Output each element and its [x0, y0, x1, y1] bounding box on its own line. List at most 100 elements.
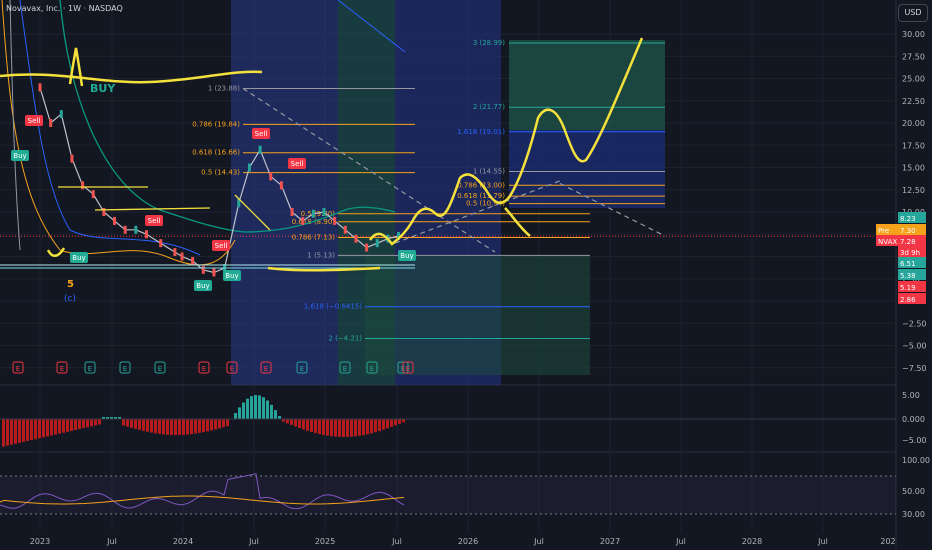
macd-histogram-bar	[6, 419, 9, 446]
price-axis-tick: −2.50	[902, 319, 927, 328]
macd-histogram-bar	[126, 419, 129, 427]
macd-histogram-bar	[298, 419, 301, 428]
rsi-axis-tick: 30.00	[902, 510, 925, 519]
price-tag-label: Pre	[878, 227, 889, 235]
macd-histogram-bar	[146, 419, 149, 432]
price-tag-label: NVAX	[878, 238, 897, 246]
macd-histogram-bar	[194, 419, 197, 434]
macd-histogram-bar	[38, 419, 41, 439]
macd-histogram-bar	[186, 419, 189, 435]
wave-number: 5	[67, 279, 74, 290]
buy-annotation: BUY	[90, 82, 116, 95]
fib-level-label: 1 (5.13)	[307, 251, 335, 259]
signal-label: Buy	[13, 152, 26, 160]
earnings-marker-label: E	[370, 365, 374, 373]
price-candle	[91, 190, 95, 199]
fib-level-label: 1.618 (−0.6415)	[304, 303, 362, 311]
macd-histogram-bar	[238, 407, 241, 419]
macd-histogram-bar	[34, 419, 37, 440]
macd-axis-tick: 0.000	[902, 415, 925, 424]
macd-histogram-bar	[198, 419, 201, 433]
price-axis-tick: 22.50	[902, 97, 925, 106]
time-axis-tick: 2023	[30, 537, 50, 546]
earnings-marker-label: E	[16, 365, 20, 373]
time-axis-tick: 2028	[742, 537, 762, 546]
price-tag-value: 8.23	[900, 215, 916, 223]
price-candle	[159, 239, 163, 248]
macd-histogram-bar	[30, 419, 33, 441]
earnings-marker-label: E	[123, 365, 127, 373]
macd-histogram-bar	[14, 419, 17, 444]
macd-histogram-bar	[250, 396, 253, 419]
price-candle	[59, 110, 63, 119]
macd-histogram-bar	[266, 400, 269, 419]
macd-histogram-bar	[210, 419, 213, 431]
rsi-axis-tick: 100.00	[902, 456, 930, 465]
macd-histogram-bar	[318, 419, 321, 435]
fib-level-label: 2 (−4.21)	[328, 334, 362, 342]
fib-level-label: 0.786 (7.13)	[292, 234, 336, 242]
price-axis-tick: −5.00	[902, 342, 927, 351]
macd-histogram-bar	[382, 419, 385, 430]
macd-histogram-bar	[386, 419, 389, 429]
macd-histogram-bar	[306, 419, 309, 431]
price-candle	[322, 208, 326, 216]
macd-histogram-bar	[62, 419, 65, 433]
rsi-band	[0, 476, 896, 514]
price-candle	[343, 225, 347, 234]
time-axis-tick: Jul	[533, 537, 544, 546]
macd-histogram-bar	[366, 419, 369, 435]
earnings-marker-label: E	[343, 365, 347, 373]
drawn-annotation	[0, 70, 263, 84]
fib-level-label: 0.618 (16.66)	[192, 149, 240, 157]
signal-label: Sell	[255, 130, 268, 138]
price-candle	[269, 172, 273, 181]
macd-histogram-bar	[82, 419, 85, 429]
macd-axis-tick: 5.00	[902, 391, 920, 400]
currency-button[interactable]: USD	[898, 4, 928, 22]
macd-histogram-bar	[78, 419, 81, 430]
price-candle	[191, 256, 195, 265]
chart-canvas[interactable]: 1 (23.88) 0.786 (19.84) 0.618 (16.66) 0.5 (…	[0, 0, 932, 550]
price-candle	[81, 181, 85, 190]
macd-histogram-bar	[294, 419, 297, 427]
macd-histogram-bar	[166, 419, 169, 435]
macd-histogram-bar	[74, 419, 77, 430]
macd-histogram-bar	[46, 419, 49, 437]
price-candle	[258, 145, 262, 154]
macd-histogram-bar	[98, 419, 101, 425]
macd-histogram-bar	[330, 419, 333, 437]
macd-histogram-bar	[342, 419, 345, 437]
macd-histogram-bar	[122, 419, 125, 426]
price-tag-value: 2.86	[900, 296, 916, 304]
time-axis-tick: 2027	[600, 537, 620, 546]
macd-histogram-bar	[254, 395, 257, 419]
macd-histogram-bar	[182, 419, 185, 435]
price-candle	[145, 230, 148, 239]
macd-histogram-bar	[90, 419, 93, 427]
price-candle	[113, 216, 117, 225]
price-candle	[212, 268, 216, 277]
signal-label: Sell	[148, 217, 161, 225]
price-candle	[375, 239, 379, 248]
macd-histogram-bar	[322, 419, 325, 435]
price-candle	[123, 225, 127, 234]
price-candle	[70, 154, 74, 163]
macd-histogram-bar	[346, 419, 349, 437]
macd-histogram-bar	[362, 419, 365, 436]
time-axis-tick: Jul	[675, 537, 686, 546]
signal-label: Buy	[400, 252, 413, 260]
price-candle	[301, 216, 305, 225]
macd-histogram-bar	[66, 419, 69, 432]
macd-histogram-bar	[138, 419, 141, 430]
price-candle	[180, 252, 184, 261]
time-axis-tick: 2025	[315, 537, 335, 546]
macd-histogram-bar	[226, 419, 229, 427]
macd-histogram-bar	[142, 419, 145, 431]
macd-histogram-bar	[2, 419, 5, 447]
price-tag-value: 7.30	[900, 227, 916, 235]
macd-histogram-bar	[370, 419, 373, 434]
signal-label: Buy	[196, 282, 209, 290]
price-candle	[290, 208, 294, 216]
price-candle	[333, 216, 337, 225]
